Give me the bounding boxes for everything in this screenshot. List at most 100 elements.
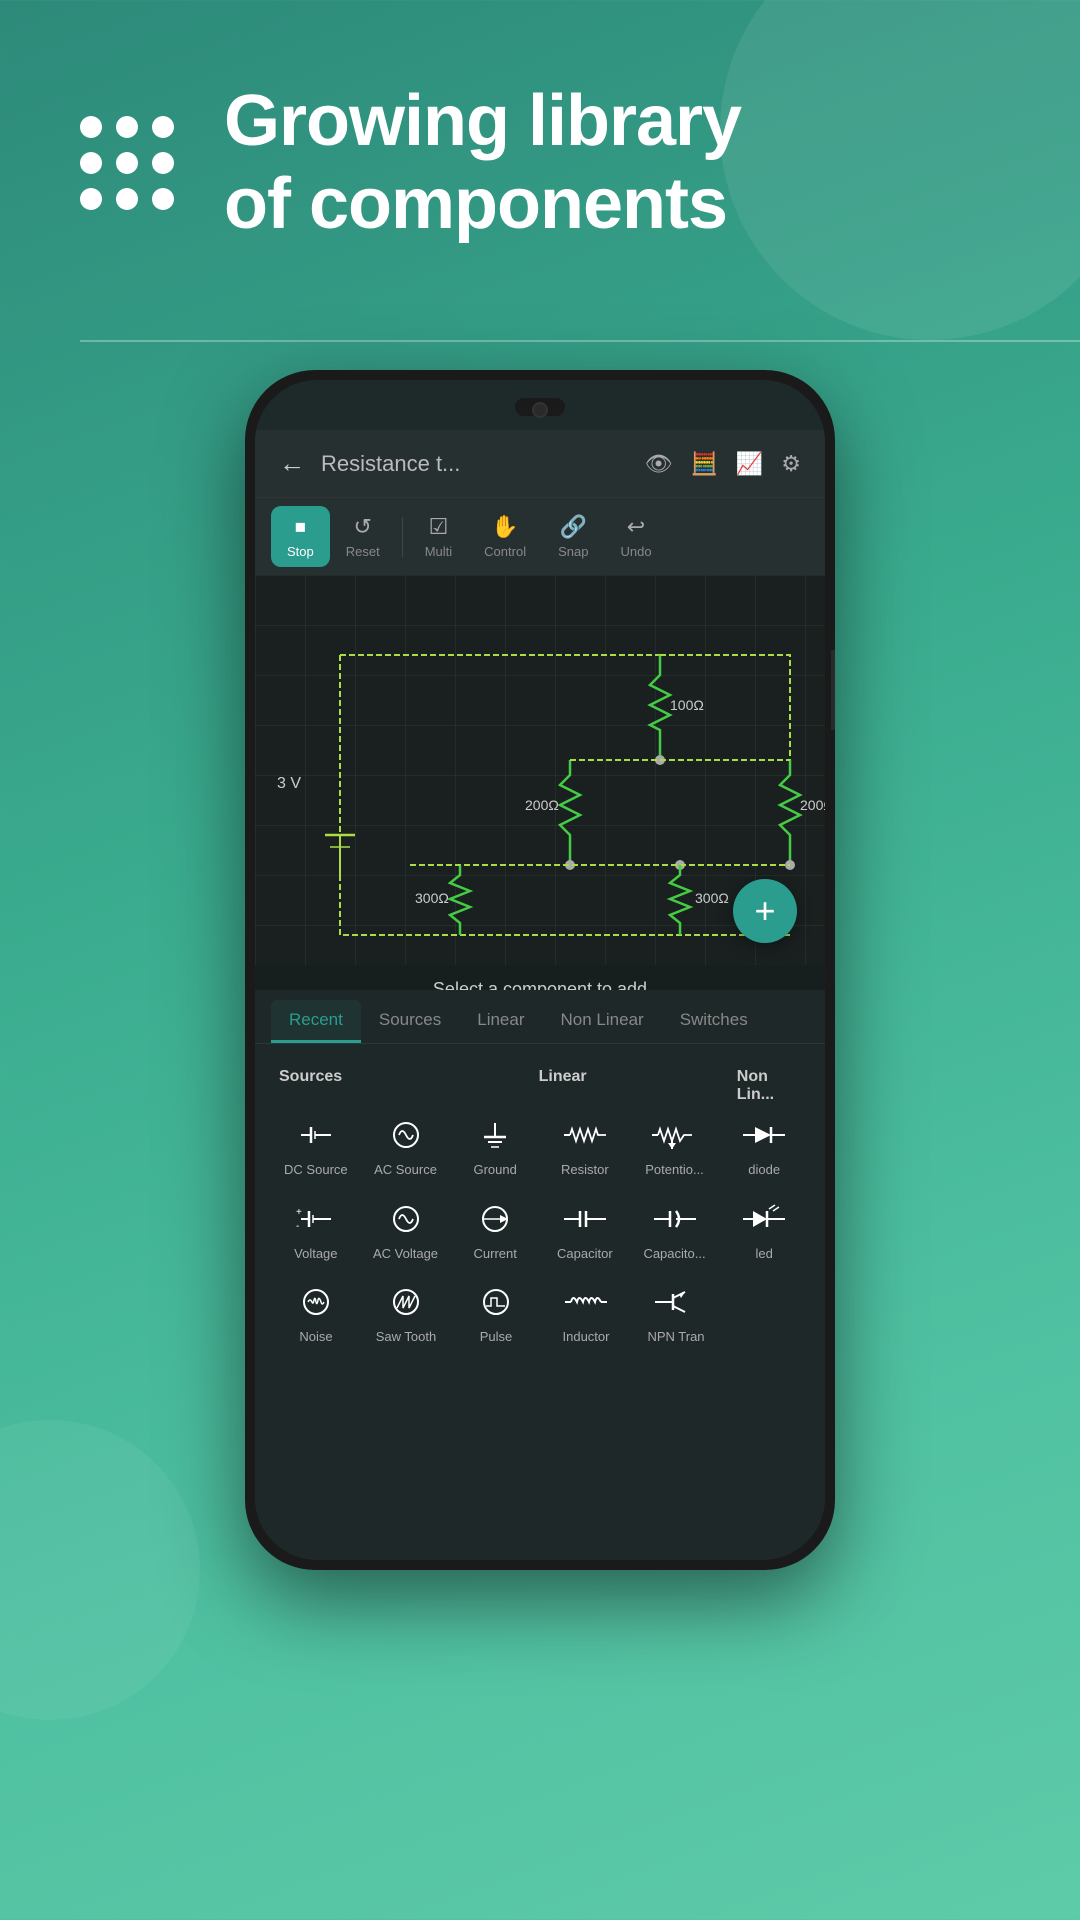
inductor-label: Inductor [563, 1329, 610, 1345]
toolbar: ⏹ Stop ↺ Reset ☑ Multi ✋ Control [255, 497, 825, 575]
ground-label: Ground [473, 1162, 516, 1178]
component-row-1: DC Source AC Source [271, 1108, 809, 1184]
npn-label: NPN Tran [647, 1329, 704, 1345]
ac-source-item[interactable]: AC Source [361, 1108, 451, 1184]
saw-tooth-item[interactable]: Saw Tooth [361, 1275, 451, 1351]
pulse-icon [469, 1281, 523, 1323]
led-label: led [756, 1246, 773, 1262]
control-button[interactable]: ✋ Control [468, 506, 542, 567]
snap-icon: 🔗 [560, 514, 587, 540]
tab-nonlinear[interactable]: Non Linear [543, 1000, 662, 1043]
top-icons-group: 👁 🧮 📈 ⚙ [645, 451, 801, 477]
back-button[interactable]: ← [279, 448, 305, 479]
inductor-item[interactable]: Inductor [541, 1275, 631, 1351]
header-section: Growing library of components [0, 80, 1080, 246]
svg-text:300Ω: 300Ω [695, 890, 729, 906]
current-icon [468, 1198, 522, 1240]
component-row-3: Noise Saw Tooth [271, 1275, 809, 1351]
voltage-item[interactable]: +- Voltage [271, 1192, 361, 1268]
phone-mockup: ← Resistance t... 👁 🧮 📈 ⚙ ⏹ Stop [245, 370, 835, 1570]
reset-label: Reset [346, 544, 380, 559]
npn-icon [649, 1281, 703, 1323]
sources-section-label: Sources [271, 1068, 539, 1104]
phone-side-button [831, 650, 835, 730]
svg-text:200Ω: 200Ω [525, 797, 559, 813]
saw-tooth-label: Saw Tooth [376, 1329, 436, 1345]
nonlinear-section-label: Non Lin... [737, 1068, 809, 1104]
resistor-item[interactable]: Resistor [540, 1108, 630, 1184]
capacitor-item[interactable]: Capacitor [540, 1192, 630, 1268]
undo-label: Undo [620, 544, 651, 559]
voltage-icon: +- [289, 1198, 343, 1240]
noise-icon [289, 1281, 343, 1323]
npn-item[interactable]: NPN Tran [631, 1275, 721, 1351]
snap-label: Snap [558, 544, 588, 559]
undo-button[interactable]: ↩ Undo [604, 506, 667, 567]
dots-grid-icon [80, 116, 174, 210]
svg-text:-: - [296, 1221, 299, 1232]
tab-sources[interactable]: Sources [361, 1000, 459, 1043]
header-divider [80, 340, 1080, 342]
screen-content: ← Resistance t... 👁 🧮 📈 ⚙ ⏹ Stop [255, 430, 825, 1560]
circuit-title: Resistance t... [321, 451, 629, 477]
resistor-icon [558, 1114, 612, 1156]
capacitor2-item[interactable]: Capacito... [630, 1192, 720, 1268]
phone-camera [532, 402, 548, 418]
noise-label: Noise [299, 1329, 332, 1345]
tab-switches[interactable]: Switches [662, 1000, 766, 1043]
add-component-button[interactable]: + [733, 879, 797, 943]
chart-icon[interactable]: 📈 [736, 451, 763, 477]
multi-icon: ☑ [429, 514, 449, 540]
diode-label: diode [748, 1162, 780, 1178]
led-icon [737, 1198, 791, 1240]
dc-source-item[interactable]: DC Source [271, 1108, 361, 1184]
circuit-canvas[interactable]: 3 V [255, 575, 825, 965]
svg-text:100Ω: 100Ω [670, 697, 704, 713]
stop-button[interactable]: ⏹ Stop [271, 506, 330, 567]
ac-voltage-item[interactable]: AC Voltage [361, 1192, 451, 1268]
capacitor-icon [558, 1198, 612, 1240]
pulse-label: Pulse [480, 1329, 513, 1345]
capacitor2-icon [648, 1198, 702, 1240]
reset-button[interactable]: ↺ Reset [330, 506, 396, 567]
snap-button[interactable]: 🔗 Snap [542, 506, 604, 567]
settings-icon[interactable]: ⚙ [781, 451, 801, 477]
dc-source-icon [289, 1114, 343, 1156]
ac-source-icon [379, 1114, 433, 1156]
stop-icon: ⏹ [295, 514, 306, 540]
capacitor-label: Capacitor [557, 1246, 613, 1262]
tab-recent[interactable]: Recent [271, 1000, 361, 1043]
component-grid: Sources Linear Non Lin... DC Sour [255, 1044, 825, 1375]
reset-icon: ↺ [354, 514, 372, 540]
ground-icon [468, 1114, 522, 1156]
current-label: Current [474, 1246, 517, 1262]
calculator-icon[interactable]: 🧮 [690, 451, 717, 477]
ground-item[interactable]: Ground [450, 1108, 540, 1184]
bg-decoration-bottom [0, 1420, 200, 1720]
potentiometer-icon [648, 1114, 702, 1156]
led-item[interactable]: led [719, 1192, 809, 1268]
multi-button[interactable]: ☑ Multi [409, 506, 468, 567]
noise-item[interactable]: Noise [271, 1275, 361, 1351]
diode-item[interactable]: diode [719, 1108, 809, 1184]
stop-label: Stop [287, 544, 314, 559]
pulse-item[interactable]: Pulse [451, 1275, 541, 1351]
tab-linear[interactable]: Linear [459, 1000, 542, 1043]
potentiometer-label: Potentio... [645, 1162, 704, 1178]
svg-text:300Ω: 300Ω [415, 890, 449, 906]
eye-off-icon[interactable]: 👁 [645, 451, 673, 477]
voltage-label-item: Voltage [294, 1246, 337, 1262]
ac-source-label: AC Source [374, 1162, 437, 1178]
ac-voltage-icon [379, 1198, 433, 1240]
diode-icon [737, 1114, 791, 1156]
component-panel: Recent Sources Linear Non Linear Switche… [255, 990, 825, 1560]
svg-text:+: + [296, 1207, 302, 1218]
capacitor2-label: Capacito... [643, 1246, 705, 1262]
header-tagline: Growing library of components [224, 80, 741, 246]
current-item[interactable]: Current [450, 1192, 540, 1268]
potentiometer-item[interactable]: Potentio... [630, 1108, 720, 1184]
top-bar: ← Resistance t... 👁 🧮 📈 ⚙ [255, 430, 825, 497]
svg-text:200Ω: 200Ω [800, 797, 825, 813]
toolbar-divider [402, 517, 403, 557]
linear-section-label: Linear [539, 1068, 737, 1104]
